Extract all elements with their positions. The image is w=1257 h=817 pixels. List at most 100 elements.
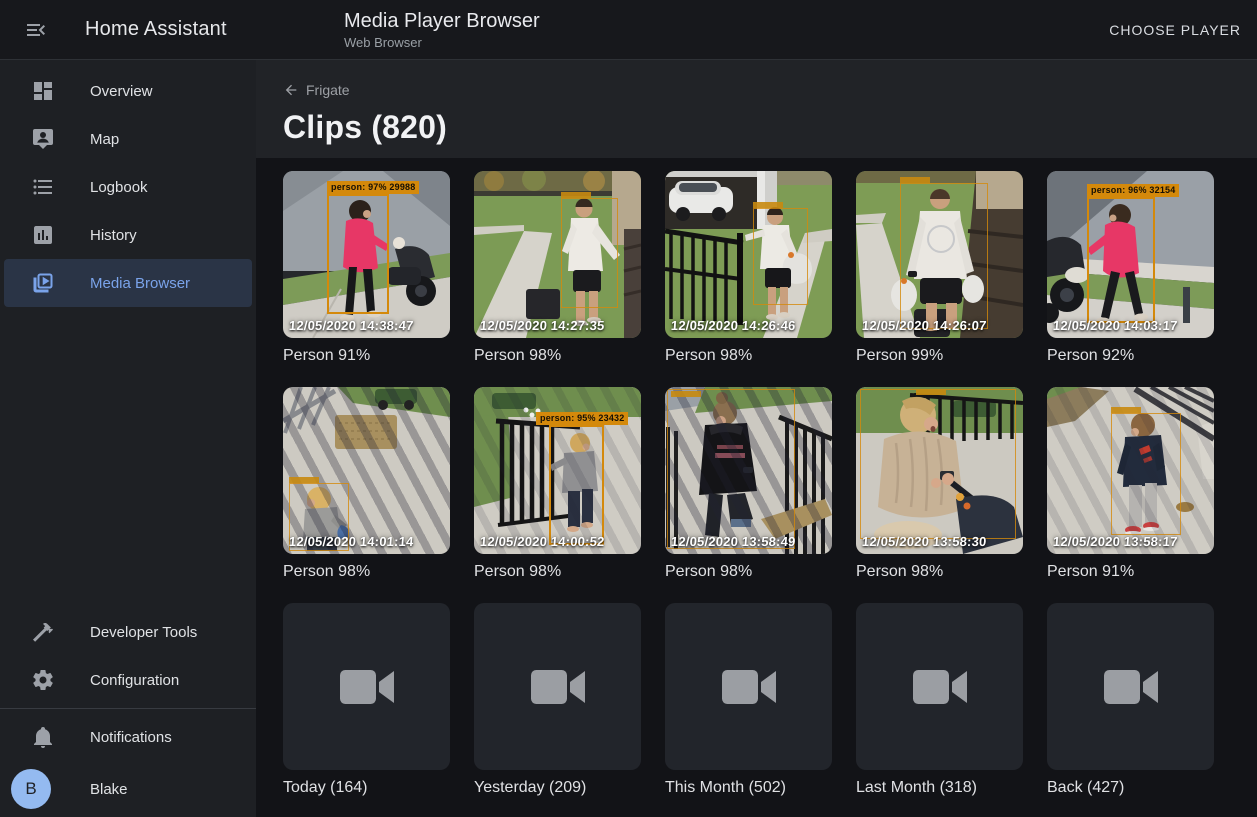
content-header: Frigate Clips (820) <box>256 60 1257 158</box>
clip-card[interactable]: 12/05/2020 13:58:30 Person 98% <box>856 387 1023 581</box>
clip-card[interactable]: 12/05/2020 14:26:46 Person 98% <box>665 171 832 365</box>
clip-timestamp: 12/05/2020 13:58:30 <box>861 534 987 549</box>
detection-label: person: 96% 32154 <box>1087 184 1179 197</box>
sidebar-item-map[interactable]: Map <box>0 115 256 163</box>
sidebar-item-label: Overview <box>90 83 153 100</box>
breadcrumb-label: Frigate <box>306 82 350 98</box>
detection-box <box>753 208 808 305</box>
clip-timestamp: 12/05/2020 13:58:17 <box>1052 534 1178 549</box>
clip-timestamp: 12/05/2020 14:01:14 <box>288 534 414 549</box>
sidebar-item-label: History <box>90 227 137 244</box>
folder-card-back[interactable]: Back (427) <box>1047 603 1214 797</box>
detection-label <box>900 177 930 183</box>
clip-thumbnail: 12/05/2020 14:26:07 <box>856 171 1023 338</box>
detection-label <box>561 192 591 198</box>
folder-card-yesterday[interactable]: Yesterday (209) <box>474 603 641 797</box>
clip-caption: Person 98% <box>665 347 832 365</box>
clip-card[interactable]: person: 95% 23432 12/05/2020 14:00:52 Pe… <box>474 387 641 581</box>
detection-label <box>289 477 319 483</box>
detection-box <box>327 194 389 314</box>
hammer-icon <box>31 620 55 644</box>
detection-label <box>1111 407 1141 413</box>
folder-label: Back (427) <box>1047 779 1214 797</box>
clip-thumbnail: person: 97% 29988 12/05/2020 14:38:47 <box>283 171 450 338</box>
detection-label <box>671 391 701 397</box>
clip-card[interactable]: 12/05/2020 14:01:14 Person 98% <box>283 387 450 581</box>
play-box-multiple-icon <box>31 271 55 295</box>
clip-card[interactable]: 12/05/2020 14:26:07 Person 99% <box>856 171 1023 365</box>
folder-tile <box>283 603 450 770</box>
clips-grid: person: 97% 29988 12/05/2020 14:38:47 Pe… <box>283 171 1233 797</box>
choose-player-button[interactable]: CHOOSE PLAYER <box>1093 22 1257 38</box>
clip-caption: Person 98% <box>856 563 1023 581</box>
clip-thumbnail: 12/05/2020 14:26:46 <box>665 171 832 338</box>
list-bulleted-icon <box>31 175 55 199</box>
clip-caption: Person 99% <box>856 347 1023 365</box>
avatar: B <box>11 769 51 809</box>
clip-thumbnail: 12/05/2020 13:58:49 <box>665 387 832 554</box>
sidebar-spacer <box>0 307 256 608</box>
folder-label: Yesterday (209) <box>474 779 641 797</box>
sidebar-item-developer-tools[interactable]: Developer Tools <box>0 608 256 656</box>
clip-card[interactable]: person: 96% 32154 12/05/2020 14:03:17 Pe… <box>1047 171 1214 365</box>
video-camera-icon <box>1104 668 1158 706</box>
detection-box <box>900 183 988 329</box>
folder-tile <box>474 603 641 770</box>
clip-timestamp: 12/05/2020 13:58:49 <box>670 534 796 549</box>
clip-caption: Person 98% <box>283 563 450 581</box>
video-camera-icon <box>531 668 585 706</box>
sidebar-item-history[interactable]: History <box>0 211 256 259</box>
clips-grid-container: person: 97% 29988 12/05/2020 14:38:47 Pe… <box>256 158 1257 817</box>
detection-label: person: 97% 29988 <box>327 181 419 194</box>
folder-label: This Month (502) <box>665 779 832 797</box>
page-title: Media Player Browser <box>344 9 1093 33</box>
clip-caption: Person 98% <box>474 347 641 365</box>
video-camera-icon <box>340 668 394 706</box>
sidebar-item-configuration[interactable]: Configuration <box>0 656 256 704</box>
clip-caption: Person 98% <box>474 563 641 581</box>
detection-label: person: 95% 23432 <box>536 412 628 425</box>
folder-tile <box>856 603 1023 770</box>
folder-tile <box>1047 603 1214 770</box>
app-title: Home Assistant <box>85 18 227 41</box>
sidebar-item-logbook[interactable]: Logbook <box>0 163 256 211</box>
sidebar-item-overview[interactable]: Overview <box>0 67 256 115</box>
user-name: Blake <box>90 781 128 798</box>
gear-icon <box>31 668 55 692</box>
account-tooltip-icon <box>31 127 55 151</box>
app-bar-left: Home Assistant <box>0 0 256 59</box>
folder-card-today[interactable]: Today (164) <box>283 603 450 797</box>
app-bar-titles: Media Player Browser Web Browser <box>256 0 1093 59</box>
view-dashboard-icon <box>31 79 55 103</box>
clip-card[interactable]: 12/05/2020 14:27:35 Person 98% <box>474 171 641 365</box>
clip-card[interactable]: 12/05/2020 13:58:49 Person 98% <box>665 387 832 581</box>
clip-card[interactable]: 12/05/2020 13:58:17 Person 91% <box>1047 387 1214 581</box>
clip-timestamp: 12/05/2020 14:00:52 <box>479 534 605 549</box>
sidebar-item-label: Notifications <box>90 729 172 746</box>
sidebar-item-media-browser[interactable]: Media Browser <box>4 259 252 307</box>
sidebar-item-label: Media Browser <box>90 275 190 292</box>
folder-card-last-month[interactable]: Last Month (318) <box>856 603 1023 797</box>
folder-card-this-month[interactable]: This Month (502) <box>665 603 832 797</box>
sidebar-item-label: Map <box>90 131 119 148</box>
detection-box <box>549 425 604 545</box>
page-subtitle: Web Browser <box>344 35 1093 50</box>
sidebar-item-label: Logbook <box>90 179 148 196</box>
detection-box <box>1087 197 1155 323</box>
detection-box <box>667 389 795 549</box>
breadcrumb-back-frigate[interactable]: Frigate <box>283 82 350 98</box>
sidebar: Overview Map Logbook <box>0 60 256 817</box>
arrow-left-icon <box>283 82 299 98</box>
detection-box <box>860 389 1016 539</box>
sidebar-item-label: Configuration <box>90 672 179 689</box>
clip-timestamp: 12/05/2020 14:26:46 <box>670 318 796 333</box>
sidebar-item-label: Developer Tools <box>90 624 197 641</box>
detection-box <box>561 198 618 308</box>
sidebar-user-profile[interactable]: B Blake <box>0 761 256 817</box>
sidebar-item-notifications[interactable]: Notifications <box>0 713 256 761</box>
clip-caption: Person 91% <box>283 347 450 365</box>
clip-card[interactable]: person: 97% 29988 12/05/2020 14:38:47 Pe… <box>283 171 450 365</box>
clip-thumbnail: 12/05/2020 14:01:14 <box>283 387 450 554</box>
menu-open-icon[interactable] <box>20 14 52 46</box>
media-browser-main: Frigate Clips (820) <box>256 60 1257 817</box>
